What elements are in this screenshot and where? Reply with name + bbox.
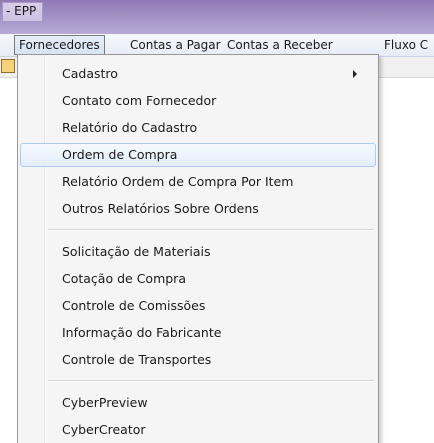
menu-item-ordem-de-compra[interactable]: Ordem de Compra (20, 143, 376, 167)
menu-separator (48, 380, 374, 382)
menu-item-label: Relatório do Cadastro (62, 120, 198, 135)
menu-item-label: CyberPreview (62, 395, 148, 410)
menu-item-label: CyberCreator (62, 422, 146, 437)
fornecedores-dropdown: Cadastro Contato com Fornecedor Relatóri… (17, 54, 379, 443)
menu-contas-a-receber[interactable]: Contas a Receber (223, 36, 337, 54)
menu-item-controle-de-transportes[interactable]: Controle de Transportes (20, 348, 376, 372)
menu-item-label: Outros Relatórios Sobre Ordens (62, 201, 259, 216)
menu-item-cotacao-de-compra[interactable]: Cotação de Compra (20, 267, 376, 291)
menu-item-label: Ordem de Compra (62, 147, 178, 162)
menu-item-label: Relatório Ordem de Compra Por Item (62, 174, 294, 189)
menu-item-contato-com-fornecedor[interactable]: Contato com Fornecedor (20, 89, 376, 113)
menu-item-informacao-do-fabricante[interactable]: Informação do Fabricante (20, 321, 376, 345)
menu-item-label: Controle de Transportes (62, 352, 212, 367)
submenu-arrow-icon (353, 70, 357, 78)
menu-item-label: Cadastro (62, 66, 118, 81)
window-title: - EPP (2, 2, 44, 22)
menu-item-label: Informação do Fabricante (62, 325, 222, 340)
menu-item-relatorio-ordem-compra-item[interactable]: Relatório Ordem de Compra Por Item (20, 170, 376, 194)
menu-contas-a-pagar[interactable]: Contas a Pagar (126, 36, 225, 54)
menu-item-cadastro[interactable]: Cadastro (20, 62, 376, 86)
menu-item-cyberpreview[interactable]: CyberPreview (20, 391, 376, 415)
menu-item-relatorio-do-cadastro[interactable]: Relatório do Cadastro (20, 116, 376, 140)
toolbar-icon[interactable] (1, 59, 15, 73)
menu-item-label: Cotação de Compra (62, 271, 186, 286)
menu-item-solicitacao-de-materiais[interactable]: Solicitação de Materiais (20, 240, 376, 264)
menu-item-label: Solicitação de Materiais (62, 244, 211, 259)
menu-separator (48, 229, 374, 231)
menu-item-label: Contato com Fornecedor (62, 93, 217, 108)
menu-fluxo[interactable]: Fluxo C (380, 36, 432, 54)
menu-fornecedores[interactable]: Fornecedores (14, 35, 105, 55)
menu-item-controle-de-comissoes[interactable]: Controle de Comissões (20, 294, 376, 318)
menu-item-cybercreator[interactable]: CyberCreator (20, 418, 376, 442)
title-bar: - EPP (0, 0, 434, 34)
menu-item-label: Controle de Comissões (62, 298, 206, 313)
menu-item-outros-relatorios[interactable]: Outros Relatórios Sobre Ordens (20, 197, 376, 221)
